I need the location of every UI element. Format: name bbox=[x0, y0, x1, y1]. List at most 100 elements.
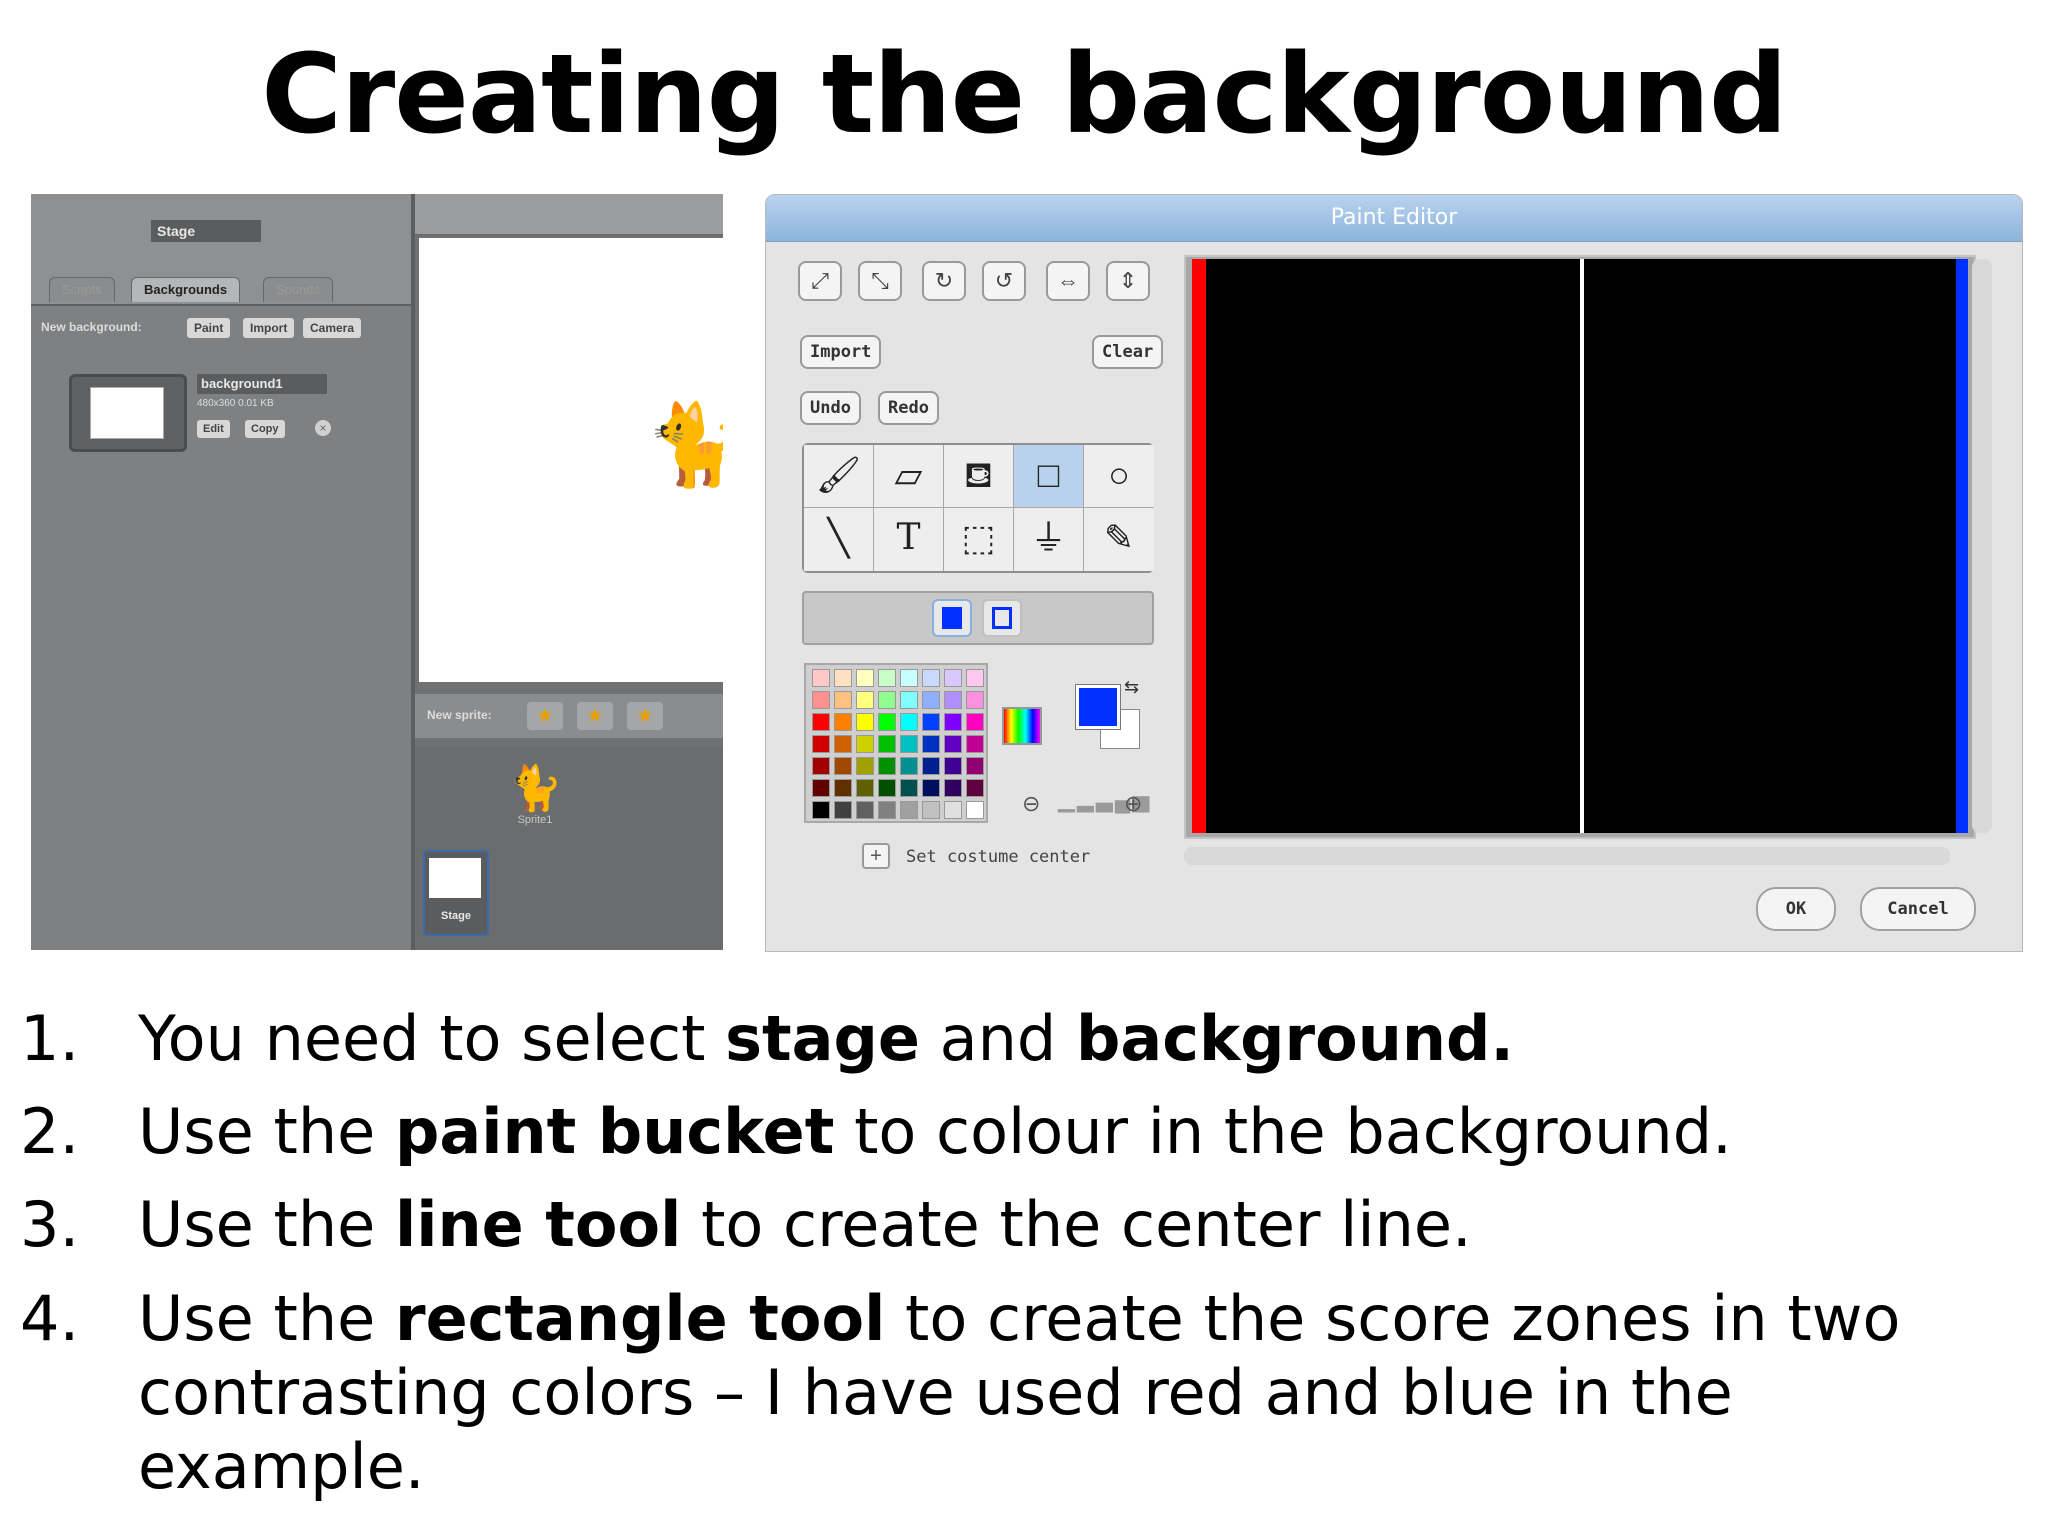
color-swatch[interactable] bbox=[856, 735, 874, 753]
color-swatch[interactable] bbox=[900, 691, 918, 709]
paintbrush-tool-icon[interactable]: 🖌 bbox=[804, 445, 874, 508]
flip-vertical-icon[interactable]: ⇕ bbox=[1106, 261, 1150, 301]
color-swatch[interactable] bbox=[966, 691, 984, 709]
color-swatch[interactable] bbox=[900, 779, 918, 797]
swap-colors-icon[interactable]: ⇆ bbox=[1124, 677, 1139, 698]
rectangle-tool-icon[interactable]: □ bbox=[1014, 445, 1084, 508]
color-swatch[interactable] bbox=[878, 669, 896, 687]
color-swatch[interactable] bbox=[944, 713, 962, 731]
stamp-tool-icon[interactable]: ⏚ bbox=[1014, 508, 1084, 571]
horizontal-scrollbar[interactable] bbox=[1184, 847, 1950, 865]
color-swatch[interactable] bbox=[900, 735, 918, 753]
color-swatch[interactable] bbox=[944, 691, 962, 709]
stage-canvas[interactable]: 🐈 bbox=[419, 238, 723, 682]
clear-button[interactable]: Clear bbox=[1092, 335, 1164, 369]
drawing-canvas[interactable] bbox=[1192, 259, 1968, 833]
color-swatch[interactable] bbox=[878, 735, 896, 753]
sprite-item[interactable]: 🐈 Sprite1 bbox=[495, 762, 575, 826]
import-button[interactable]: Import bbox=[800, 335, 882, 369]
paint-bucket-tool-icon[interactable]: ⛾ bbox=[944, 445, 1014, 508]
text-tool-icon[interactable]: T bbox=[874, 508, 944, 571]
color-swatch[interactable] bbox=[944, 757, 962, 775]
color-swatch[interactable] bbox=[812, 735, 830, 753]
color-swatch[interactable] bbox=[900, 713, 918, 731]
color-swatch[interactable] bbox=[834, 757, 852, 775]
background-thumbnail[interactable] bbox=[69, 374, 187, 452]
color-swatch[interactable] bbox=[966, 735, 984, 753]
color-swatch[interactable] bbox=[922, 757, 940, 775]
color-swatch[interactable] bbox=[812, 757, 830, 775]
set-costume-center-icon[interactable]: + bbox=[862, 843, 890, 869]
color-swatch[interactable] bbox=[922, 669, 940, 687]
color-swatch[interactable] bbox=[922, 735, 940, 753]
ellipse-tool-icon[interactable]: ○ bbox=[1084, 445, 1154, 508]
color-swatch[interactable] bbox=[922, 713, 940, 731]
foreground-color-swatch[interactable] bbox=[1076, 685, 1120, 729]
background-name[interactable]: background1 bbox=[197, 374, 327, 394]
color-swatch[interactable] bbox=[856, 801, 874, 819]
color-swatch[interactable] bbox=[966, 757, 984, 775]
color-swatch[interactable] bbox=[878, 779, 896, 797]
color-spectrum-icon[interactable] bbox=[1002, 707, 1042, 745]
rotate-left-icon[interactable]: ↺ bbox=[982, 261, 1026, 301]
zoom-in-canvas-icon[interactable]: ⤢ bbox=[798, 261, 842, 301]
undo-button[interactable]: Undo bbox=[800, 391, 861, 425]
camera-button[interactable]: Camera bbox=[303, 318, 362, 338]
eraser-tool-icon[interactable]: ▱ bbox=[874, 445, 944, 508]
shrink-canvas-icon[interactable]: ⤡ bbox=[858, 261, 902, 301]
color-swatch[interactable] bbox=[834, 735, 852, 753]
color-swatch[interactable] bbox=[812, 713, 830, 731]
flip-horizontal-icon[interactable]: ⇔ bbox=[1046, 261, 1090, 301]
color-swatch[interactable] bbox=[812, 691, 830, 709]
color-swatch[interactable] bbox=[922, 779, 940, 797]
ok-button[interactable]: OK bbox=[1756, 887, 1836, 931]
color-swatch[interactable] bbox=[922, 691, 940, 709]
color-swatch[interactable] bbox=[856, 757, 874, 775]
select-tool-icon[interactable]: ⬚ bbox=[944, 508, 1014, 571]
zoom-in-icon[interactable]: ⊕ bbox=[1124, 791, 1142, 817]
color-swatch[interactable] bbox=[966, 669, 984, 687]
cat-sprite-icon[interactable]: 🐈 bbox=[645, 398, 723, 492]
tab-sounds[interactable]: Sounds bbox=[263, 277, 334, 302]
color-swatch[interactable] bbox=[834, 691, 852, 709]
tab-scripts[interactable]: Scripts bbox=[49, 277, 115, 302]
color-swatch[interactable] bbox=[856, 713, 874, 731]
paint-sprite-icon[interactable]: ★ bbox=[527, 702, 563, 730]
color-swatch[interactable] bbox=[834, 801, 852, 819]
color-swatch[interactable] bbox=[812, 779, 830, 797]
copy-button[interactable]: Copy bbox=[245, 420, 285, 438]
color-swatch[interactable] bbox=[856, 691, 874, 709]
color-swatch[interactable] bbox=[878, 757, 896, 775]
edit-button[interactable]: Edit bbox=[197, 420, 230, 438]
cancel-button[interactable]: Cancel bbox=[1860, 887, 1976, 931]
color-swatch[interactable] bbox=[922, 801, 940, 819]
color-swatch[interactable] bbox=[966, 801, 984, 819]
color-swatch[interactable] bbox=[900, 669, 918, 687]
color-swatch[interactable] bbox=[966, 779, 984, 797]
color-swatch[interactable] bbox=[812, 801, 830, 819]
color-swatch[interactable] bbox=[944, 801, 962, 819]
tab-backgrounds[interactable]: Backgrounds bbox=[131, 277, 241, 302]
color-swatch[interactable] bbox=[966, 713, 984, 731]
import-button[interactable]: Import bbox=[243, 318, 295, 338]
delete-icon[interactable]: × bbox=[315, 420, 331, 436]
eyedropper-tool-icon[interactable]: ✎ bbox=[1084, 508, 1154, 571]
paint-button[interactable]: Paint bbox=[187, 318, 231, 338]
color-swatch[interactable] bbox=[944, 779, 962, 797]
line-tool-icon[interactable]: ╲ bbox=[804, 508, 874, 571]
color-swatch[interactable] bbox=[900, 801, 918, 819]
vertical-scrollbar[interactable] bbox=[1972, 259, 1992, 833]
color-swatch[interactable] bbox=[944, 735, 962, 753]
color-swatch[interactable] bbox=[944, 669, 962, 687]
zoom-out-icon[interactable]: ⊖ bbox=[1022, 791, 1040, 817]
random-sprite-icon[interactable]: ★ bbox=[627, 702, 663, 730]
color-swatch[interactable] bbox=[856, 779, 874, 797]
color-swatch[interactable] bbox=[834, 669, 852, 687]
color-swatch[interactable] bbox=[878, 713, 896, 731]
color-swatch[interactable] bbox=[834, 779, 852, 797]
set-costume-center-label[interactable]: Set costume center bbox=[906, 847, 1090, 867]
rotate-right-icon[interactable]: ↻ bbox=[922, 261, 966, 301]
color-swatch[interactable] bbox=[900, 757, 918, 775]
stage-name-field[interactable]: Stage bbox=[151, 220, 261, 242]
color-swatch[interactable] bbox=[812, 669, 830, 687]
